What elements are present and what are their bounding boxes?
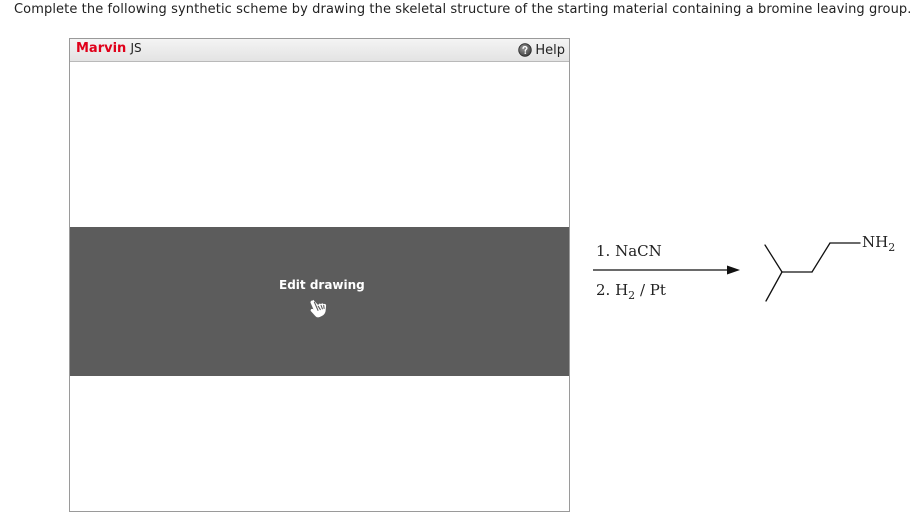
marvin-js-editor: Marvin JS Help Edit drawing: [69, 38, 570, 512]
reaction-scheme: 1. NaCN 2. H2 / Pt NH2: [580, 220, 910, 320]
bond-chain-2: [811, 242, 831, 273]
amine-group-label: NH2: [862, 233, 895, 254]
help-circle-icon: [518, 43, 533, 57]
help-label: Help: [535, 42, 565, 58]
reagent-step-2: 2. H2 / Pt: [596, 281, 666, 302]
bond-methyl-upper: [764, 244, 783, 273]
page: Complete the following synthetic scheme …: [0, 0, 921, 530]
marvin-brand: Marvin JS: [76, 41, 142, 56]
amine-subscript: 2: [888, 241, 896, 254]
bond-methyl-lower: [765, 271, 783, 302]
brand-js: JS: [130, 41, 142, 55]
marvin-header: Marvin JS Help: [70, 39, 569, 62]
amine-nh: NH: [862, 233, 889, 251]
reagent-h: 2. H: [596, 281, 629, 299]
reagent-step-1: 1. NaCN: [596, 242, 662, 260]
reaction-arrow-icon: [593, 265, 740, 275]
brand-marvin: Marvin: [76, 41, 127, 56]
reagent-pt: / Pt: [635, 281, 666, 299]
edit-drawing-label: Edit drawing: [279, 278, 365, 292]
edit-drawing-overlay[interactable]: Edit drawing: [70, 227, 569, 376]
help-button[interactable]: Help: [518, 41, 565, 59]
question-text: Complete the following synthetic scheme …: [14, 2, 912, 17]
hand-pointer-icon: [310, 299, 327, 318]
